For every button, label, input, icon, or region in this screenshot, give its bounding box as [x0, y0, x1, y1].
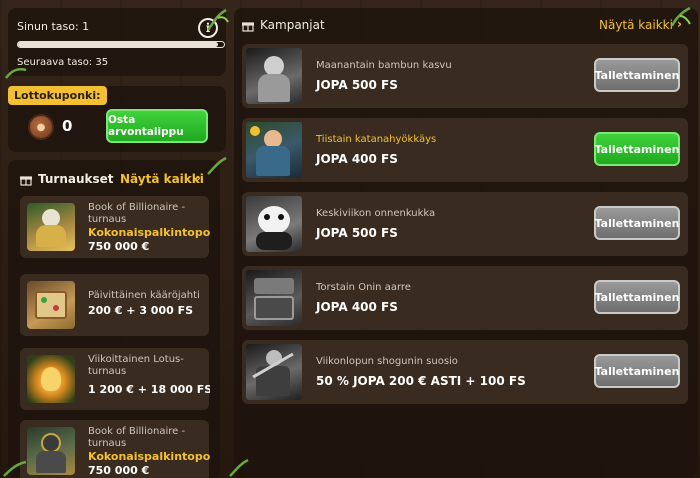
- bamboo-vine-icon: [3, 460, 27, 477]
- campaign-thumbnail: [246, 344, 302, 400]
- tournament-amount: 1 200 € + 18 000 FS: [88, 383, 210, 396]
- bamboo-vine-icon: [207, 156, 227, 175]
- tournament-card[interactable]: Book of Billionaire - turnaus Kokonaispa…: [20, 420, 210, 478]
- tournament-thumbnail: [27, 355, 75, 403]
- level-progress-fill: [18, 42, 218, 47]
- buy-ticket-button[interactable]: Osta arvontalippu: [106, 109, 208, 143]
- campaign-card[interactable]: Maanantain bambun kasvu JOPA 500 FS Tall…: [242, 44, 688, 108]
- campaigns-panel: Kampanjat Näytä kaikki › Maanantain bamb…: [234, 8, 698, 478]
- tournaments-see-all[interactable]: Näytä kaikki: [120, 172, 204, 186]
- tournament-amount: 200 € + 3 000 FS: [88, 304, 194, 317]
- tournament-name: Book of Billionaire - turnaus: [88, 426, 186, 449]
- campaign-name: Maanantain bambun kasvu: [316, 60, 452, 71]
- level-progress-bar: [17, 41, 225, 48]
- tournament-name: Book of Billionaire - turnaus: [88, 202, 186, 225]
- campaign-card[interactable]: Viikonlopun shogunin suosio 50 % JOPA 20…: [242, 340, 688, 404]
- campaign-offer: JOPA 500 FS: [316, 226, 398, 240]
- gift-icon: [242, 22, 254, 32]
- tournament-name: Viikoittainen Lotus-turnaus: [88, 354, 184, 377]
- deposit-button[interactable]: Tallettaminen: [594, 206, 680, 240]
- campaign-thumbnail: [246, 122, 302, 178]
- tournament-prize-line: Kokonaispalkintopott: [88, 450, 210, 463]
- next-level-label: Seuraava taso: 35: [17, 57, 109, 68]
- campaign-name: Keskiviikon onnenkukka: [316, 208, 436, 219]
- campaign-card[interactable]: Keskiviikon onnenkukka JOPA 500 FS Talle…: [242, 192, 688, 256]
- campaigns-title: Kampanjat: [260, 18, 325, 32]
- tournament-thumbnail: [27, 203, 75, 251]
- tournaments-panel: Turnaukset Näytä kaikki › Book of Billio…: [8, 160, 220, 478]
- tournament-prize-line: Kokonaispalkintopott: [88, 226, 210, 239]
- campaigns-see-all[interactable]: Näytä kaikki: [599, 18, 673, 32]
- campaign-offer: 50 % JOPA 200 € ASTI + 100 FS: [316, 374, 526, 388]
- campaign-thumbnail: [246, 270, 302, 326]
- campaign-offer: JOPA 500 FS: [316, 78, 398, 92]
- gift-icon: [20, 176, 32, 186]
- campaign-card[interactable]: Tiistain katanahyökkäys JOPA 400 FS Tall…: [242, 118, 688, 182]
- coupon-coin-icon: ●: [28, 114, 54, 140]
- tournament-amount: 750 000 €: [88, 240, 150, 253]
- campaign-thumbnail: [246, 48, 302, 104]
- coupon-count: 0: [62, 117, 73, 135]
- campaign-thumbnail: [246, 196, 302, 252]
- bamboo-vine-icon: [5, 68, 27, 79]
- campaign-name: Viikonlopun shogunin suosio: [316, 356, 458, 367]
- bamboo-vine-icon: [206, 8, 229, 31]
- deposit-button[interactable]: Tallettaminen: [594, 354, 680, 388]
- tournament-thumbnail: [27, 281, 75, 329]
- tournament-amount: 750 000 €: [88, 464, 150, 477]
- lotto-coupon-tag: Lottokuponki:: [8, 86, 107, 105]
- chevron-right-icon[interactable]: ›: [196, 171, 201, 185]
- tournament-card[interactable]: Päivittäinen kääröjahti 200 € + 3 000 FS: [20, 274, 209, 336]
- tournaments-title: Turnaukset: [38, 172, 114, 186]
- bamboo-vine-icon: [229, 458, 249, 477]
- level-panel: Sinun taso: 1 i Seuraava taso: 35: [8, 8, 226, 76]
- tournament-card[interactable]: Viikoittainen Lotus-turnaus 1 200 € + 18…: [20, 348, 210, 410]
- deposit-button[interactable]: Tallettaminen: [594, 58, 680, 92]
- campaign-offer: JOPA 400 FS: [316, 152, 398, 166]
- campaign-name: Tiistain katanahyökkäys: [316, 134, 437, 145]
- tournament-name: Päivittäinen kääröjahti: [88, 290, 200, 301]
- current-level-label: Sinun taso: 1: [17, 20, 90, 33]
- tournament-card[interactable]: Book of Billionaire - turnaus Kokonaispa…: [20, 196, 210, 258]
- campaign-offer: JOPA 400 FS: [316, 300, 398, 314]
- deposit-button[interactable]: Tallettaminen: [594, 132, 680, 166]
- tournament-thumbnail: [27, 427, 75, 475]
- campaign-name: Torstain Onin aarre: [316, 282, 411, 293]
- bamboo-vine-icon: [670, 6, 691, 27]
- deposit-button[interactable]: Tallettaminen: [594, 280, 680, 314]
- campaign-card[interactable]: Torstain Onin aarre JOPA 400 FS Talletta…: [242, 266, 688, 330]
